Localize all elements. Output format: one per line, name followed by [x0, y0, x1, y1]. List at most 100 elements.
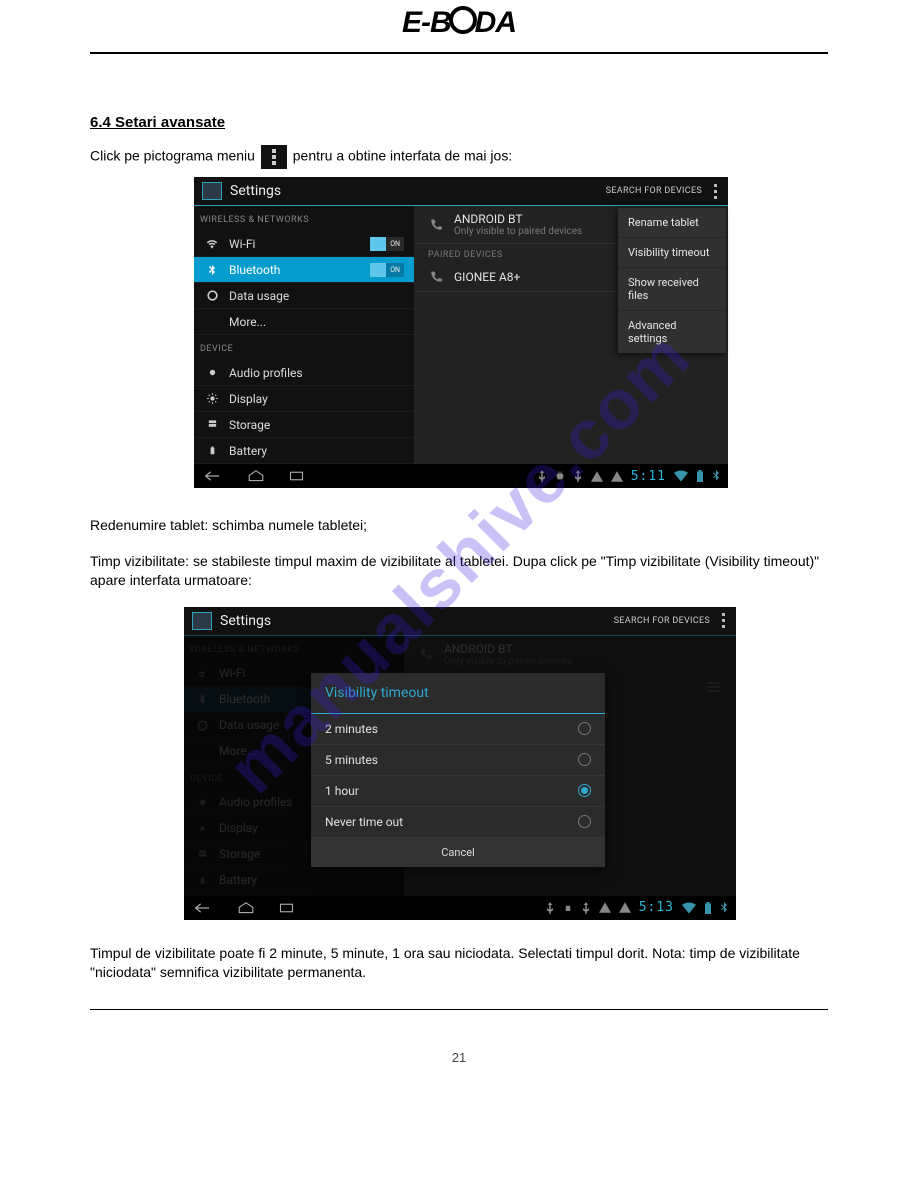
- dialog-title: Visibility timeout: [311, 673, 605, 714]
- usb-icon: [581, 902, 591, 914]
- settings-app-icon: [202, 182, 222, 200]
- visibility-timeout-dialog: Visibility timeout 2 minutes 5 minutes 1…: [311, 673, 605, 867]
- settings-app-icon: [192, 612, 212, 630]
- data-usage-icon: [204, 288, 220, 304]
- popup-advanced[interactable]: Advanced settings: [618, 311, 726, 353]
- sidebar-item-wifi[interactable]: Wi-Fi ON: [194, 231, 414, 257]
- wifi-signal-icon: [674, 470, 688, 482]
- device-name: ANDROID BT: [454, 212, 582, 226]
- rename-explain: Redenumire tablet: schimba numele tablet…: [90, 516, 828, 536]
- sidebar-item-label: Bluetooth: [229, 263, 370, 277]
- battery-icon: [204, 443, 220, 459]
- back-button[interactable]: [202, 468, 226, 484]
- timeout-option-5min[interactable]: 5 minutes: [311, 745, 605, 776]
- android-icon: [555, 470, 565, 482]
- battery-status-icon: [696, 470, 704, 482]
- page-number: 21: [0, 1050, 918, 1065]
- footer-rule: [90, 1009, 828, 1010]
- sidebar-item-label: Data usage: [229, 289, 404, 303]
- phone-icon: [428, 269, 444, 285]
- display-icon: [204, 391, 220, 407]
- sidebar-item-storage[interactable]: Storage: [194, 412, 414, 438]
- bluetooth-status-icon: [712, 470, 720, 482]
- paired-device-name: GIONEE A8+: [454, 270, 520, 284]
- overflow-menu-icon[interactable]: [720, 611, 728, 630]
- radio-icon: [578, 722, 591, 735]
- after-text: Timpul de vizibilitate poate fi 2 minute…: [90, 944, 828, 983]
- option-label: 5 minutes: [325, 753, 378, 767]
- option-label: 1 hour: [325, 784, 359, 798]
- usb-icon: [537, 470, 547, 482]
- clock: 5:13: [639, 900, 674, 915]
- app-header: Settings SEARCH FOR DEVICES: [194, 177, 728, 206]
- sidebar-item-label: Display: [229, 392, 404, 406]
- warning-icon: [619, 902, 631, 913]
- phone-icon: [428, 217, 444, 233]
- sidebar-item-more[interactable]: More...: [194, 309, 414, 335]
- sidebar-item-bluetooth[interactable]: Bluetooth ON: [194, 257, 414, 283]
- sidebar-item-audio[interactable]: Audio profiles: [194, 360, 414, 386]
- bluetooth-toggle[interactable]: ON: [370, 263, 404, 277]
- home-button[interactable]: [244, 468, 268, 484]
- clock: 5:11: [631, 469, 666, 484]
- menu-icon: [261, 145, 287, 169]
- bluetooth-icon: [204, 262, 220, 278]
- bluetooth-detail-pane: ANDROID BT Only visible to paired device…: [414, 206, 728, 464]
- overflow-menu-icon[interactable]: [712, 182, 720, 201]
- timeout-option-2min[interactable]: 2 minutes: [311, 714, 605, 745]
- usb-icon: [573, 470, 583, 482]
- search-devices-button[interactable]: SEARCH FOR DEVICES: [614, 616, 710, 626]
- settings-sidebar: WIRELESS & NETWORKS Wi-Fi ON Bluetooth: [194, 206, 414, 464]
- wifi-signal-icon: [682, 902, 696, 914]
- intro-text: Click pe pictograma meniu pentru a obtin…: [90, 145, 828, 169]
- header-rule: [90, 52, 828, 54]
- status-icons: 5:11: [537, 469, 720, 484]
- timeout-option-never[interactable]: Never time out: [311, 807, 605, 838]
- recent-apps-button[interactable]: [286, 468, 310, 484]
- recent-apps-button[interactable]: [276, 900, 300, 916]
- device-subtext: Only visible to paired devices: [454, 226, 582, 237]
- brand-logo: E-BDA: [0, 0, 918, 40]
- back-button[interactable]: [192, 900, 216, 916]
- usb-icon: [545, 902, 555, 914]
- search-devices-button[interactable]: SEARCH FOR DEVICES: [606, 186, 702, 196]
- option-label: Never time out: [325, 815, 403, 829]
- app-title: Settings: [230, 183, 606, 199]
- sidebar-item-label: Wi-Fi: [229, 237, 370, 251]
- radio-icon: [578, 753, 591, 766]
- sidebar-item-data-usage[interactable]: Data usage: [194, 283, 414, 309]
- radio-icon: [578, 815, 591, 828]
- dialog-cancel-button[interactable]: Cancel: [311, 838, 605, 867]
- timeout-explain: Timp vizibilitate: se stabileste timpul …: [90, 552, 828, 591]
- system-nav-bar: 5:11: [194, 464, 728, 488]
- app-title: Settings: [220, 613, 614, 629]
- sidebar-item-battery[interactable]: Battery: [194, 438, 414, 464]
- sidebar-item-label: Audio profiles: [229, 366, 404, 380]
- popup-visibility-timeout[interactable]: Visibility timeout: [618, 238, 726, 268]
- wifi-icon: [204, 236, 220, 252]
- sidebar-category: WIRELESS & NETWORKS: [194, 206, 414, 231]
- sidebar-item-label: Battery: [229, 444, 404, 458]
- app-header: Settings SEARCH FOR DEVICES: [184, 607, 736, 636]
- bluetooth-status-icon: [720, 902, 728, 914]
- option-label: 2 minutes: [325, 722, 378, 736]
- popup-received-files[interactable]: Show received files: [618, 268, 726, 311]
- warning-icon: [591, 471, 603, 482]
- overflow-popup: Rename tablet Visibility timeout Show re…: [618, 208, 726, 353]
- screenshot-bt-menu: Settings SEARCH FOR DEVICES WIRELESS & N…: [194, 177, 728, 488]
- android-icon: [563, 902, 573, 914]
- home-button[interactable]: [234, 900, 258, 916]
- radio-icon: [578, 784, 591, 797]
- screenshot-visibility-dialog: Settings SEARCH FOR DEVICES WIRELESS & N…: [184, 607, 736, 920]
- storage-icon: [204, 417, 220, 433]
- section-title: 6.4 Setari avansate: [90, 114, 828, 131]
- warning-icon: [599, 902, 611, 913]
- popup-rename[interactable]: Rename tablet: [618, 208, 726, 238]
- sidebar-item-display[interactable]: Display: [194, 386, 414, 412]
- wifi-toggle[interactable]: ON: [370, 237, 404, 251]
- audio-icon: [204, 365, 220, 381]
- timeout-option-1hour[interactable]: 1 hour: [311, 776, 605, 807]
- system-nav-bar: 5:13: [184, 896, 736, 920]
- sidebar-category: DEVICE: [194, 335, 414, 360]
- status-icons: 5:13: [545, 900, 728, 915]
